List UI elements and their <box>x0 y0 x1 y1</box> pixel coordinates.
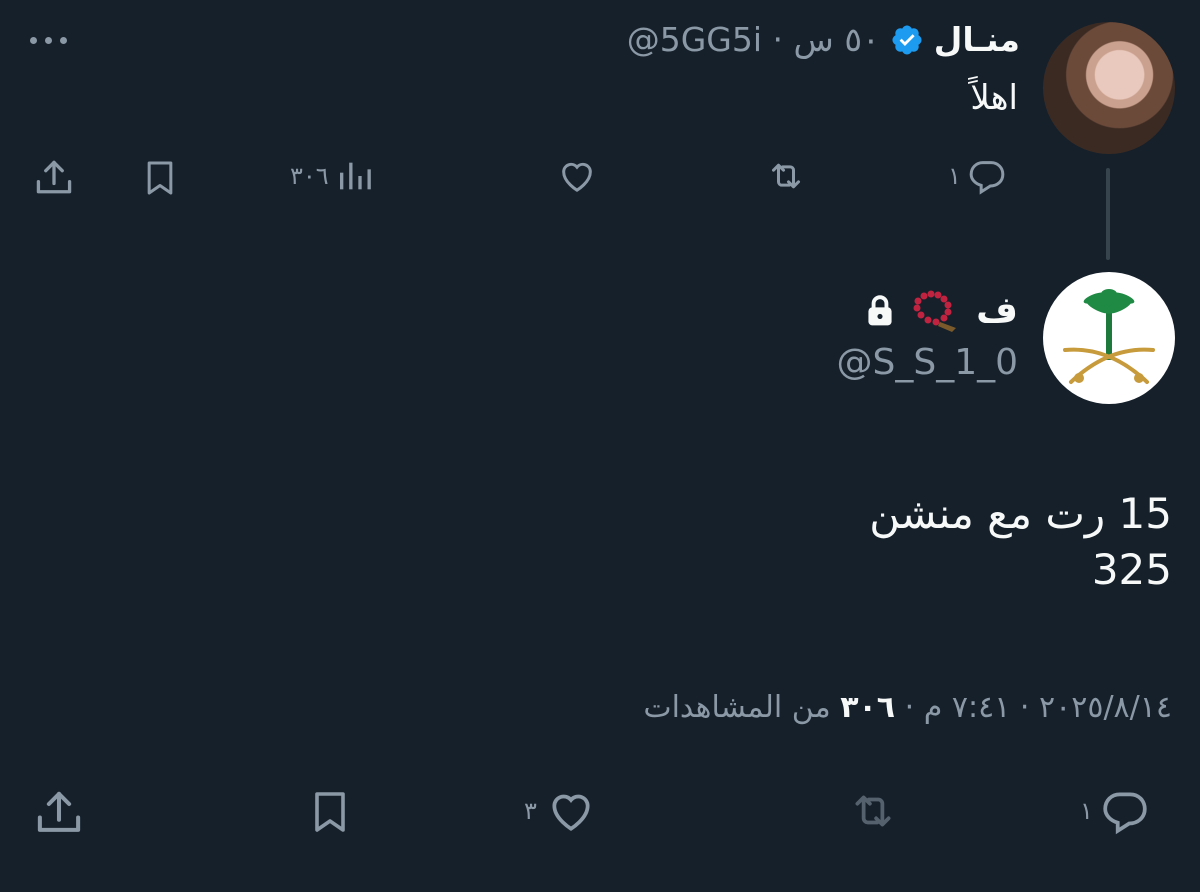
main-tweet-name-row: ف <box>864 288 1018 332</box>
views-icon <box>339 162 371 190</box>
meta-separator: · <box>772 20 784 59</box>
bookmark-icon <box>315 792 345 832</box>
main-reply-count: ١ <box>1080 797 1093 825</box>
parent-time-ago[interactable]: ٥٠ س <box>794 20 880 59</box>
parent-handle-and-time: @5GG5i · ٥٠ س <box>627 20 880 59</box>
reply-icon <box>1103 792 1147 835</box>
main-reply-button[interactable]: ١ <box>1080 786 1151 836</box>
parent-tweet-header: منـال @5GG5i · ٥٠ س <box>627 20 1020 59</box>
share-icon <box>36 160 72 194</box>
views-count[interactable]: ٣٠٦ <box>840 690 895 725</box>
reply-icon <box>969 161 1005 195</box>
main-like-count: ٣ <box>524 797 537 825</box>
parent-retweet-button[interactable] <box>762 156 810 196</box>
saudi-emblem-icon <box>1063 289 1155 384</box>
parent-handle[interactable]: @5GG5i <box>627 20 762 59</box>
more-options-icon[interactable] <box>30 30 74 50</box>
verified-badge-icon <box>892 24 922 55</box>
main-tweet-text-line1: 15 رت مع منشن <box>869 489 1172 538</box>
lock-icon <box>868 295 892 326</box>
parent-bookmark-button[interactable] <box>140 156 180 200</box>
main-avatar[interactable] <box>1043 272 1175 404</box>
heart-icon <box>552 794 590 831</box>
main-retweet-button-disabled <box>842 786 904 836</box>
parent-reply-button[interactable]: ١ <box>948 156 1007 196</box>
bookmark-icon <box>147 161 173 195</box>
views-label: من المشاهدات <box>643 690 831 725</box>
parent-share-button[interactable] <box>32 156 76 200</box>
thread-connector-line <box>1106 168 1110 260</box>
main-handle[interactable]: @S_S_1_0 <box>836 342 1018 383</box>
tweet-thread: منـال @5GG5i · ٥٠ س اهلاً ١ ٣٠٦ ف @S_S_1… <box>0 0 1200 892</box>
parent-tweet-text: اهلاً <box>970 78 1018 118</box>
main-share-button[interactable] <box>32 786 86 840</box>
parent-like-button[interactable] <box>556 156 598 196</box>
retweet-icon <box>855 795 891 827</box>
parent-display-name[interactable]: منـال <box>934 20 1020 59</box>
tweet-time[interactable]: ٧:٤١ م <box>924 690 1011 725</box>
main-tweet-text-line2: 325 <box>1091 545 1172 594</box>
main-bookmark-button[interactable] <box>306 784 354 840</box>
parent-views-count: ٣٠٦ <box>290 162 329 190</box>
tweet-date[interactable]: ٢٠٢٥/٨/١٤ <box>1039 690 1172 725</box>
parent-views-button[interactable]: ٣٠٦ <box>290 156 375 196</box>
parent-reply-count: ١ <box>948 162 961 190</box>
prayer-beads-emoji-icon <box>913 290 957 332</box>
timestamp-separator: · <box>904 690 915 725</box>
retweet-icon <box>772 163 800 189</box>
share-icon <box>37 791 81 832</box>
parent-avatar[interactable] <box>1043 22 1175 154</box>
timestamp-separator: · <box>1019 690 1030 725</box>
main-tweet-text: 15 رت مع منشن 325 <box>869 486 1172 598</box>
heart-icon <box>562 162 592 192</box>
tweet-timestamp-row: ٢٠٢٥/٨/١٤ · ٧:٤١ م · ٣٠٦ من المشاهدات <box>643 690 1172 725</box>
main-display-name[interactable]: ف <box>976 290 1018 331</box>
main-like-button[interactable]: ٣ <box>524 786 599 836</box>
